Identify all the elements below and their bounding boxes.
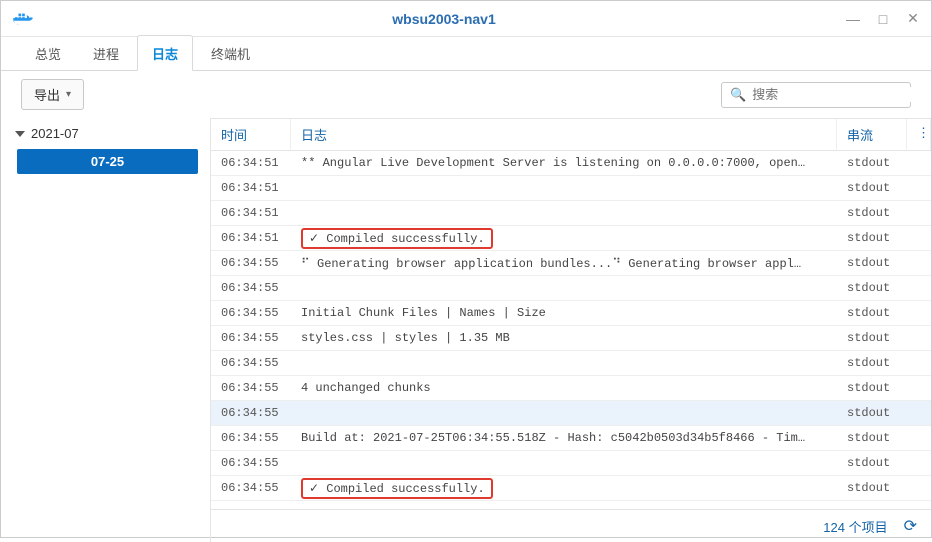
cell-stream: stdout [837,356,907,370]
tab-process[interactable]: 进程 [79,36,133,70]
cell-time: 06:34:55 [211,456,291,470]
cell-log: 4 unchanged chunks [291,381,837,395]
cell-stream: stdout [837,331,907,345]
table-body: 06:34:51** Angular Live Development Serv… [211,151,931,509]
refresh-button[interactable]: ⟳ [904,516,917,536]
cell-stream: stdout [837,406,907,420]
cell-log: ✓ Compiled successfully. [291,478,837,499]
date-sidebar: 2021-07 07-25 [1,118,211,542]
minimize-button[interactable]: — [845,11,861,27]
window-controls: — □ ✕ [845,11,921,27]
cell-time: 06:34:51 [211,206,291,220]
cell-time: 06:34:55 [211,406,291,420]
cell-time: 06:34:55 [211,381,291,395]
cell-time: 06:34:55 [211,331,291,345]
cell-time: 06:34:51 [211,156,291,170]
cell-time: 06:34:55 [211,306,291,320]
export-button[interactable]: 导出 ▾ [21,79,84,110]
col-header-log[interactable]: 日志 [291,119,837,150]
highlight-box: ✓ Compiled successfully. [301,478,493,499]
cell-stream: stdout [837,156,907,170]
cell-stream: stdout [837,381,907,395]
cell-stream: stdout [837,481,907,495]
table-row[interactable]: 06:34:554 unchanged chunksstdout [211,376,931,401]
cell-log: ✓ Compiled successfully. [291,228,837,249]
sidebar-month[interactable]: 2021-07 [13,122,198,145]
cell-time: 06:34:55 [211,281,291,295]
tab-logs[interactable]: 日志 [137,35,193,71]
tab-terminal[interactable]: 终端机 [197,36,264,70]
table-row[interactable]: 06:34:51 ✓ Compiled successfully. stdout [211,226,931,251]
col-header-menu[interactable]: ⋮ [907,119,931,150]
cell-stream: stdout [837,431,907,445]
table-header: 时间 日志 串流 ⋮ [211,118,931,151]
content-area: 2021-07 07-25 时间 日志 串流 ⋮ 06:34:51** Angu… [1,118,931,542]
tab-bar: 总览 进程 日志 终端机 [1,37,931,71]
search-input[interactable] [752,87,928,102]
cell-log: styles.css | styles | 1.35 MB [291,331,837,345]
expand-triangle-icon [15,131,25,137]
table-row[interactable]: 06:34:55 stdout [211,276,931,301]
highlight-box: ✓ Compiled successfully. [301,228,493,249]
col-header-time[interactable]: 时间 [211,119,291,150]
search-box[interactable]: 🔍 [721,82,911,108]
cell-stream: stdout [837,456,907,470]
cell-time: 06:34:55 [211,431,291,445]
toolbar: 导出 ▾ 🔍 [1,71,931,118]
cell-log: ⠋ Generating browser application bundles… [291,256,837,271]
export-label: 导出 [34,85,60,104]
close-button[interactable]: ✕ [905,11,921,27]
table-row[interactable]: 06:34:55styles.css | styles | 1.35 MBstd… [211,326,931,351]
table-row[interactable]: 06:34:55⠋ Generating browser application… [211,251,931,276]
cell-time: 06:34:55 [211,356,291,370]
col-header-stream[interactable]: 串流 [837,119,907,150]
cell-stream: stdout [837,306,907,320]
table-row[interactable]: 06:34:55Build at: 2021-07-25T06:34:55.51… [211,426,931,451]
sidebar-month-label: 2021-07 [31,126,79,141]
table-row[interactable]: 06:34:55 ✓ Compiled successfully. stdout [211,476,931,501]
cell-time: 06:34:55 [211,481,291,495]
search-icon: 🔍 [730,87,746,103]
window-title: wbsu2003-nav1 [43,11,845,27]
cell-stream: stdout [837,231,907,245]
item-count: 124 个项目 [823,517,887,536]
table-row[interactable]: 06:34:51 stdout [211,176,931,201]
cell-log: ** Angular Live Development Server is li… [291,156,837,170]
tab-overview[interactable]: 总览 [21,36,75,70]
cell-stream: stdout [837,281,907,295]
cell-time: 06:34:51 [211,231,291,245]
status-bar: 124 个项目 ⟳ [211,509,931,542]
sidebar-day-selected[interactable]: 07-25 [17,149,198,174]
table-row[interactable]: 06:34:51** Angular Live Development Serv… [211,151,931,176]
table-row[interactable]: 06:34:55 stdout [211,401,931,426]
chevron-down-icon: ▾ [66,89,71,100]
maximize-button[interactable]: □ [875,11,891,27]
cell-stream: stdout [837,256,907,270]
cell-time: 06:34:55 [211,256,291,270]
docker-whale-icon [11,7,35,31]
table-row[interactable]: 06:34:55Initial Chunk Files | Names | Si… [211,301,931,326]
table-row[interactable]: 06:34:55 stdout [211,451,931,476]
cell-stream: stdout [837,206,907,220]
log-panel: 时间 日志 串流 ⋮ 06:34:51** Angular Live Devel… [211,118,931,542]
cell-stream: stdout [837,181,907,195]
cell-log: Initial Chunk Files | Names | Size [291,306,837,320]
cell-log: Build at: 2021-07-25T06:34:55.518Z - Has… [291,431,837,445]
table-row[interactable]: 06:34:55 stdout [211,351,931,376]
table-row[interactable]: 06:34:51 stdout [211,201,931,226]
titlebar: wbsu2003-nav1 — □ ✕ [1,1,931,37]
cell-time: 06:34:51 [211,181,291,195]
